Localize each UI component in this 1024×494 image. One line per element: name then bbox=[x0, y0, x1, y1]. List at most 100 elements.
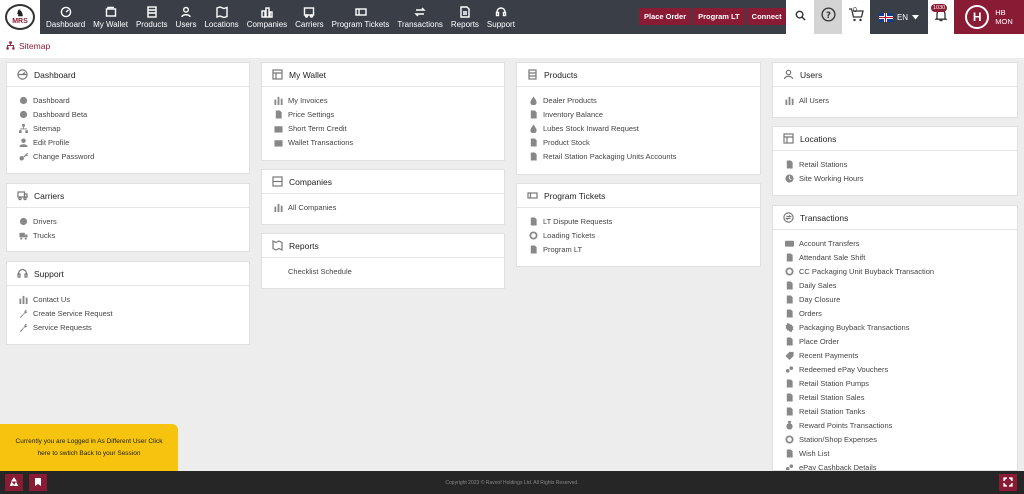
link-change-password[interactable]: Change Password bbox=[19, 149, 249, 163]
link-day-closure[interactable]: Day Closure bbox=[785, 292, 1017, 306]
link-reward-points-transactions[interactable]: Reward Points Transactions bbox=[785, 418, 1017, 432]
link-checklist-schedule[interactable]: Checklist Schedule bbox=[274, 264, 504, 278]
link-all-users[interactable]: All Users bbox=[785, 93, 1017, 107]
wallet-icon bbox=[105, 5, 117, 18]
nav-program-tickets[interactable]: Program Tickets bbox=[328, 0, 394, 34]
link-lt-dispute-requests[interactable]: LT Dispute Requests bbox=[529, 214, 760, 228]
link-orders[interactable]: Orders bbox=[785, 306, 1017, 320]
link-label: Retail Station Sales bbox=[799, 392, 865, 402]
link-retail-station-sales[interactable]: Retail Station Sales bbox=[785, 390, 1017, 404]
nav-products[interactable]: Products bbox=[132, 0, 172, 34]
nav-my-wallet[interactable]: My Wallet bbox=[89, 0, 132, 34]
link-packaging-buyback-transactions[interactable]: Packaging Buyback Transactions bbox=[785, 320, 1017, 334]
program-lt-button[interactable]: Program LT bbox=[693, 8, 745, 25]
notifications-button[interactable]: 1030 bbox=[928, 0, 954, 34]
link-retail-station-tanks[interactable]: Retail Station Tanks bbox=[785, 404, 1017, 418]
section-header-wallet: My Wallet bbox=[262, 63, 504, 87]
link-price-settings[interactable]: Price Settings bbox=[274, 107, 504, 121]
recycle-button[interactable] bbox=[5, 474, 23, 491]
link-epay-cashback-details[interactable]: ePay Cashback Details bbox=[785, 460, 1017, 470]
nav-locations[interactable]: Locations bbox=[200, 0, 242, 34]
link-edit-profile[interactable]: Edit Profile bbox=[19, 135, 249, 149]
link-label: Account Transfers bbox=[799, 238, 860, 248]
section-title: Locations bbox=[800, 133, 837, 144]
nav-companies[interactable]: Companies bbox=[243, 0, 291, 34]
link-drivers[interactable]: Drivers bbox=[19, 214, 249, 228]
link-dashboard[interactable]: Dashboard bbox=[19, 93, 249, 107]
link-my-invoices[interactable]: My Invoices bbox=[274, 93, 504, 107]
link-product-stock[interactable]: Product Stock bbox=[529, 135, 760, 149]
section-card-support: Support Contact Us Create Service Request S… bbox=[6, 261, 250, 345]
switch-user-notice[interactable]: Currently you are Logged in As Different… bbox=[0, 424, 178, 471]
circle-icon bbox=[19, 96, 28, 105]
link-station-shop-expenses[interactable]: Station/Shop Expenses bbox=[785, 432, 1017, 446]
link-account-transfers[interactable]: Account Transfers bbox=[785, 236, 1017, 250]
link-site-working-hours[interactable]: Site Working Hours bbox=[785, 171, 1017, 185]
link-cc-packaging-unit-buyback-transaction[interactable]: CC Packaging Unit Buyback Transaction bbox=[785, 264, 1017, 278]
doc-icon bbox=[529, 109, 538, 119]
bookmark-button[interactable] bbox=[29, 474, 47, 491]
link-label: Retail Station Packaging Units Accounts bbox=[543, 151, 677, 161]
link-all-companies[interactable]: All Companies bbox=[274, 200, 504, 214]
truck-icon bbox=[19, 231, 28, 240]
link-inventory-balance[interactable]: Inventory Balance bbox=[529, 107, 760, 121]
language-selector[interactable]: EN bbox=[870, 0, 928, 34]
nav-users[interactable]: Users bbox=[172, 0, 201, 34]
link-redeemed-epay-vouchers[interactable]: Redeemed ePay Vouchers bbox=[785, 362, 1017, 376]
bars-icon bbox=[785, 96, 794, 105]
link-dashboard-beta[interactable]: Dashboard Beta bbox=[19, 107, 249, 121]
section-products-icon bbox=[527, 69, 538, 80]
nav-transactions[interactable]: Transactions bbox=[393, 0, 447, 34]
help-button[interactable]: ? bbox=[814, 0, 842, 34]
section-links: Dealer Products Inventory Balance Lubes St… bbox=[517, 87, 760, 163]
footer-copyright: Copyright 2023 © Ravnof Holdings Ltd. Al… bbox=[445, 479, 579, 486]
link-retail-station-pumps[interactable]: Retail Station Pumps bbox=[785, 376, 1017, 390]
nav-reports[interactable]: Reports bbox=[447, 0, 483, 34]
doc-icon bbox=[785, 308, 794, 318]
user-name-line1: HB bbox=[995, 8, 1006, 17]
link-attendant-sale-shift[interactable]: Attendant Sale Shift bbox=[785, 250, 1017, 264]
avatar: H bbox=[965, 5, 990, 29]
nav-dashboard[interactable]: Dashboard bbox=[42, 0, 89, 34]
user-menu[interactable]: H HB MON bbox=[954, 0, 1024, 34]
nav-support[interactable]: Support bbox=[483, 0, 519, 34]
cart-button[interactable]: 0 bbox=[842, 0, 870, 34]
link-trucks[interactable]: Trucks bbox=[19, 228, 249, 242]
link-recent-payments[interactable]: Recent Payments bbox=[785, 348, 1017, 362]
link-loading-tickets[interactable]: Loading Tickets bbox=[529, 228, 760, 242]
link-daily-sales[interactable]: Daily Sales bbox=[785, 278, 1017, 292]
link-wallet-transactions[interactable]: Wallet Transactions bbox=[274, 135, 504, 149]
section-links: LT Dispute Requests Loading Tickets Progra… bbox=[517, 208, 760, 256]
section-card-companies: Companies All Companies bbox=[261, 169, 505, 225]
link-place-order[interactable]: Place Order bbox=[785, 334, 1017, 348]
circle-icon bbox=[19, 217, 28, 226]
section-links: All Companies bbox=[262, 194, 504, 214]
link-retail-stations[interactable]: Retail Stations bbox=[785, 157, 1017, 171]
search-button[interactable] bbox=[786, 0, 814, 34]
link-lubes-stock-inward-request[interactable]: Lubes Stock Inward Request bbox=[529, 121, 760, 135]
main-nav: Dashboard My Wallet Products Users Locations… bbox=[42, 0, 519, 34]
link-wish-list[interactable]: Wish List bbox=[785, 446, 1017, 460]
link-create-service-request[interactable]: Create Service Request bbox=[19, 306, 249, 320]
tree-icon bbox=[19, 123, 28, 133]
link-icon bbox=[785, 463, 794, 470]
place-order-button[interactable]: Place Order bbox=[639, 8, 692, 25]
section-links: Contact Us Create Service Request Service … bbox=[7, 286, 249, 334]
link-contact-us[interactable]: Contact Us bbox=[19, 292, 249, 306]
link-retail-station-packaging-units-accounts[interactable]: Retail Station Packaging Units Accounts bbox=[529, 149, 760, 163]
blank-icon bbox=[274, 267, 283, 276]
brand-logo[interactable]: ♞ MRS bbox=[0, 0, 40, 34]
link-label: Retail Station Pumps bbox=[799, 378, 870, 388]
link-program-lt[interactable]: Program LT bbox=[529, 242, 760, 256]
link-short-term-credit[interactable]: Short Term Credit bbox=[274, 121, 504, 135]
section-tickets-icon bbox=[527, 190, 538, 201]
link-sitemap[interactable]: Sitemap bbox=[19, 121, 249, 135]
doc-icon bbox=[529, 151, 538, 161]
nav-carriers[interactable]: Carriers bbox=[291, 0, 327, 34]
section-users-icon bbox=[783, 69, 794, 80]
link-service-requests[interactable]: Service Requests bbox=[19, 320, 249, 334]
bars-icon bbox=[274, 96, 283, 105]
fullscreen-button[interactable] bbox=[999, 474, 1017, 491]
link-dealer-products[interactable]: Dealer Products bbox=[529, 93, 760, 107]
breadcrumb-label[interactable]: Sitemap bbox=[19, 41, 50, 51]
